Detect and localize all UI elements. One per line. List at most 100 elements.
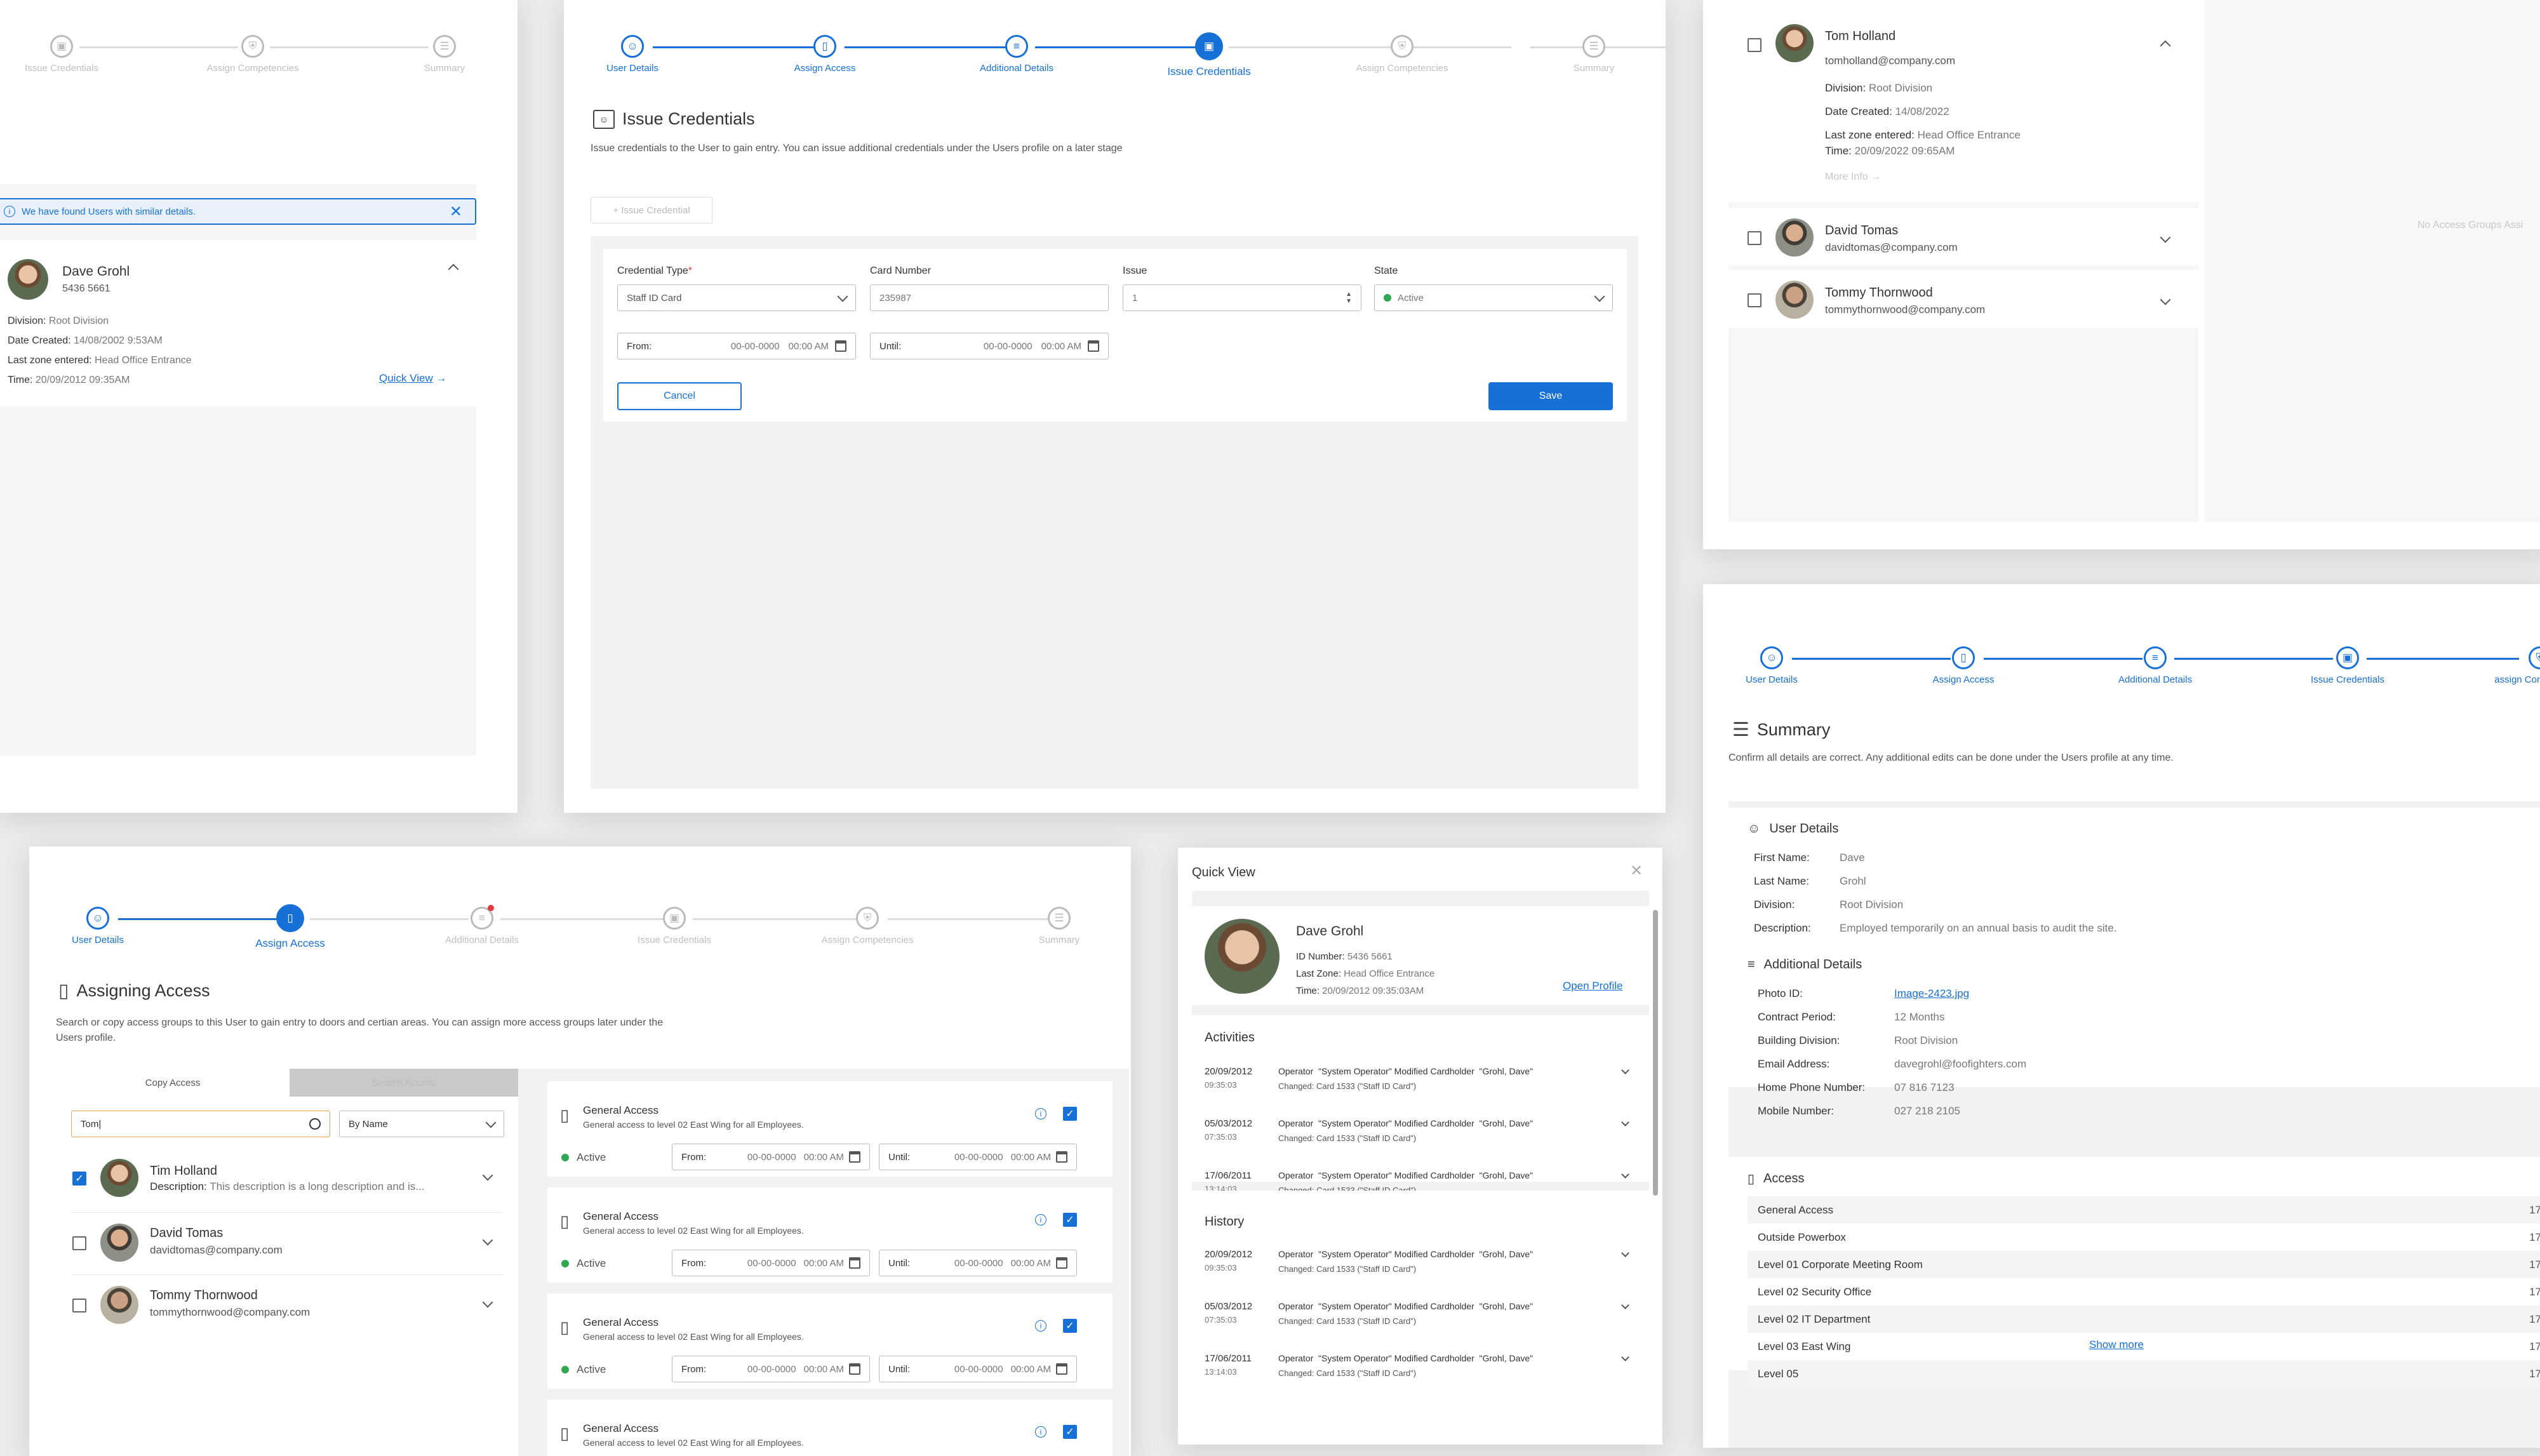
scrollbar[interactable] <box>1653 910 1658 1196</box>
until-date-field[interactable]: Until: 00-00-0000 00:00 AM <box>879 1250 1077 1276</box>
open-profile-link[interactable]: Open Profile <box>1563 980 1623 992</box>
select-checkbox[interactable]: ✓ <box>1063 1107 1077 1121</box>
collapse-icon[interactable] <box>2160 40 2171 51</box>
credential-type-select[interactable]: Staff ID Card <box>617 284 856 311</box>
select-checkbox[interactable]: ✓ <box>1063 1319 1077 1333</box>
chevron-down-icon[interactable] <box>1621 1170 1629 1179</box>
search-icon[interactable] <box>309 1118 321 1130</box>
info-icon[interactable]: i <box>1035 1426 1046 1438</box>
more-info-link[interactable]: More Info → <box>1825 171 1881 183</box>
user-row-expanded[interactable]: Tom Holland tomholland@company.com Divis… <box>1728 0 2198 202</box>
step-assign-access[interactable]: ▯ Assign Access <box>1868 646 2059 685</box>
access-group-card[interactable]: ▯ General Access General access to level 0… <box>547 1293 1113 1389</box>
card-number-input[interactable]: 235987 <box>870 284 1109 311</box>
activity-entry[interactable]: 05/03/2012 07:35:03 Operator "System Opera… <box>1205 1118 1636 1170</box>
step-summary[interactable]: ☰ Summary <box>964 907 1131 945</box>
step-issue-credentials[interactable]: ▣ Issue Credentials <box>2252 646 2443 685</box>
expand-icon[interactable] <box>2160 232 2171 243</box>
quick-view-link[interactable]: Quick View → <box>379 372 446 385</box>
state-select[interactable]: Active <box>1374 284 1613 311</box>
select-checkbox[interactable] <box>72 1236 86 1250</box>
expand-icon[interactable] <box>482 1297 493 1308</box>
until-date-field[interactable]: Until: 00-00-0000 00:00 AM <box>879 1144 1077 1170</box>
until-date-field[interactable]: Until: 00-00-0000 00:00 AM <box>870 333 1109 359</box>
step-assign-access[interactable]: ▯ Assign Access <box>195 904 385 950</box>
step-additional-details[interactable]: ≡ Additional Details <box>921 35 1112 74</box>
close-icon[interactable]: ✕ <box>450 203 462 221</box>
access-group-card[interactable]: ▯ General Access General access to level 0… <box>547 1187 1113 1283</box>
step-assign-access[interactable]: ▯ Assign Access <box>730 35 920 74</box>
user-row[interactable]: David Tomas davidtomas@company.com <box>1728 208 2198 265</box>
select-checkbox[interactable] <box>1748 38 1761 52</box>
from-date-field[interactable]: From: 00-00-0000 00:00 AM <box>672 1356 870 1382</box>
stepper-arrows-icon[interactable]: ▲ ▼ <box>1346 291 1352 305</box>
select-checkbox[interactable]: ✓ <box>1063 1425 1077 1439</box>
step-issue-credentials[interactable]: ▣ Issue Credentials <box>579 907 770 945</box>
save-button[interactable]: Save <box>1488 382 1613 410</box>
user-row[interactable]: David Tomas davidtomas@company.com <box>71 1215 509 1273</box>
user-row[interactable]: Tommy Thornwood tommythornwood@company.c… <box>71 1277 509 1335</box>
expand-icon[interactable] <box>482 1170 493 1181</box>
step-assign-competencies[interactable]: ⛨ assign Competencies <box>2445 646 2540 685</box>
calendar-icon[interactable] <box>835 340 846 352</box>
step-summary[interactable]: ☰ Summary <box>349 35 518 74</box>
select-checkbox[interactable]: ✓ <box>72 1172 86 1186</box>
calendar-icon[interactable] <box>1088 340 1099 352</box>
user-row[interactable]: Tommy Thornwood tommythornwood@company.c… <box>1728 270 2198 328</box>
calendar-icon[interactable] <box>849 1257 860 1269</box>
show-more-link[interactable]: Show more <box>2089 1339 2144 1351</box>
activity-entry[interactable]: 05/03/2012 07:35:03 Operator "System Opera… <box>1205 1301 1636 1353</box>
step-additional-details[interactable]: ≡ Additional Details <box>2060 646 2250 685</box>
step-assign-competencies[interactable]: ⛨ Assign Competencies <box>1307 35 1497 74</box>
step-user-details[interactable]: ☺ User Details <box>29 907 193 945</box>
step-issue-credentials[interactable]: ▣ Issue Credentials <box>1114 32 1304 78</box>
step-assign-competencies[interactable]: ⛨ Assign Competencies <box>157 35 348 74</box>
step-assign-competencies[interactable]: ⛨ Assign Competencies <box>772 907 963 945</box>
step-additional-details[interactable]: ≡ Additional Details <box>387 905 577 945</box>
cancel-button[interactable]: Cancel <box>617 382 742 410</box>
activity-entry[interactable]: 17/06/2011 13:14:03 Operator "System Opera… <box>1205 1353 1636 1405</box>
activity-entry[interactable]: 20/09/2012 09:35:03 Operator "System Opera… <box>1205 1249 1636 1301</box>
step-summary[interactable]: ☰ Summary <box>1499 35 1666 74</box>
select-checkbox[interactable]: ✓ <box>1063 1213 1077 1227</box>
tab-copy-access[interactable]: Copy Access <box>56 1069 290 1097</box>
collapse-icon[interactable] <box>448 264 459 275</box>
chevron-down-icon[interactable] <box>1621 1118 1629 1126</box>
tab-search-access[interactable]: Search Access <box>290 1069 518 1097</box>
issue-credential-button[interactable]: + Issue Credential <box>591 197 712 224</box>
info-icon[interactable]: i <box>1035 1320 1046 1332</box>
select-checkbox[interactable] <box>1748 293 1761 307</box>
expand-icon[interactable] <box>482 1234 493 1246</box>
select-checkbox[interactable] <box>72 1299 86 1312</box>
until-date-field[interactable]: Until: 00-00-0000 00:00 AM <box>879 1356 1077 1382</box>
info-icon[interactable]: i <box>1035 1214 1046 1226</box>
from-date-field[interactable]: From: 00-00-0000 00:00 AM <box>672 1144 870 1170</box>
step-user-details[interactable]: ☺ User Details <box>1703 646 1867 685</box>
step-user-details[interactable]: ☺ User Details <box>564 35 728 74</box>
access-group-card[interactable]: ▯ General Access General access to level 0… <box>547 1081 1113 1177</box>
access-group-card[interactable]: ▯ General Access General access to level 0… <box>547 1399 1113 1456</box>
chevron-down-icon[interactable] <box>1621 1066 1629 1074</box>
photo-id-link[interactable]: Image-2423.jpg <box>1894 987 1969 999</box>
filter-select[interactable]: By Name <box>339 1111 504 1137</box>
select-checkbox[interactable] <box>1748 231 1761 245</box>
chevron-down-icon[interactable] <box>1621 1249 1629 1257</box>
calendar-icon[interactable] <box>849 1363 860 1375</box>
calendar-icon[interactable] <box>1056 1257 1067 1269</box>
calendar-icon[interactable] <box>1056 1363 1067 1375</box>
from-date-field[interactable]: From: 00-00-0000 00:00 AM <box>617 333 856 359</box>
user-card[interactable]: Dave Grohl 5436 5661 Division: Root Divi… <box>0 240 476 406</box>
step-issue-credentials[interactable]: ▣ Issue Credentials <box>0 35 157 74</box>
user-row[interactable]: ✓ Tim Holland Description: This descript… <box>71 1150 509 1208</box>
calendar-icon[interactable] <box>849 1151 860 1163</box>
from-date-field[interactable]: From: 00-00-0000 00:00 AM <box>672 1250 870 1276</box>
activity-entry[interactable]: 20/09/2012 09:35:03 Operator "System Opera… <box>1205 1066 1636 1118</box>
search-input[interactable]: Tom| <box>71 1111 330 1137</box>
calendar-icon[interactable] <box>1056 1151 1067 1163</box>
issue-stepper[interactable]: 1 ▲ ▼ <box>1123 284 1361 311</box>
chevron-down-icon[interactable] <box>1621 1353 1629 1361</box>
info-icon[interactable]: i <box>1035 1108 1046 1119</box>
close-icon[interactable]: ✕ <box>1630 862 1643 880</box>
expand-icon[interactable] <box>2160 294 2171 305</box>
chevron-down-icon[interactable] <box>1621 1301 1629 1309</box>
